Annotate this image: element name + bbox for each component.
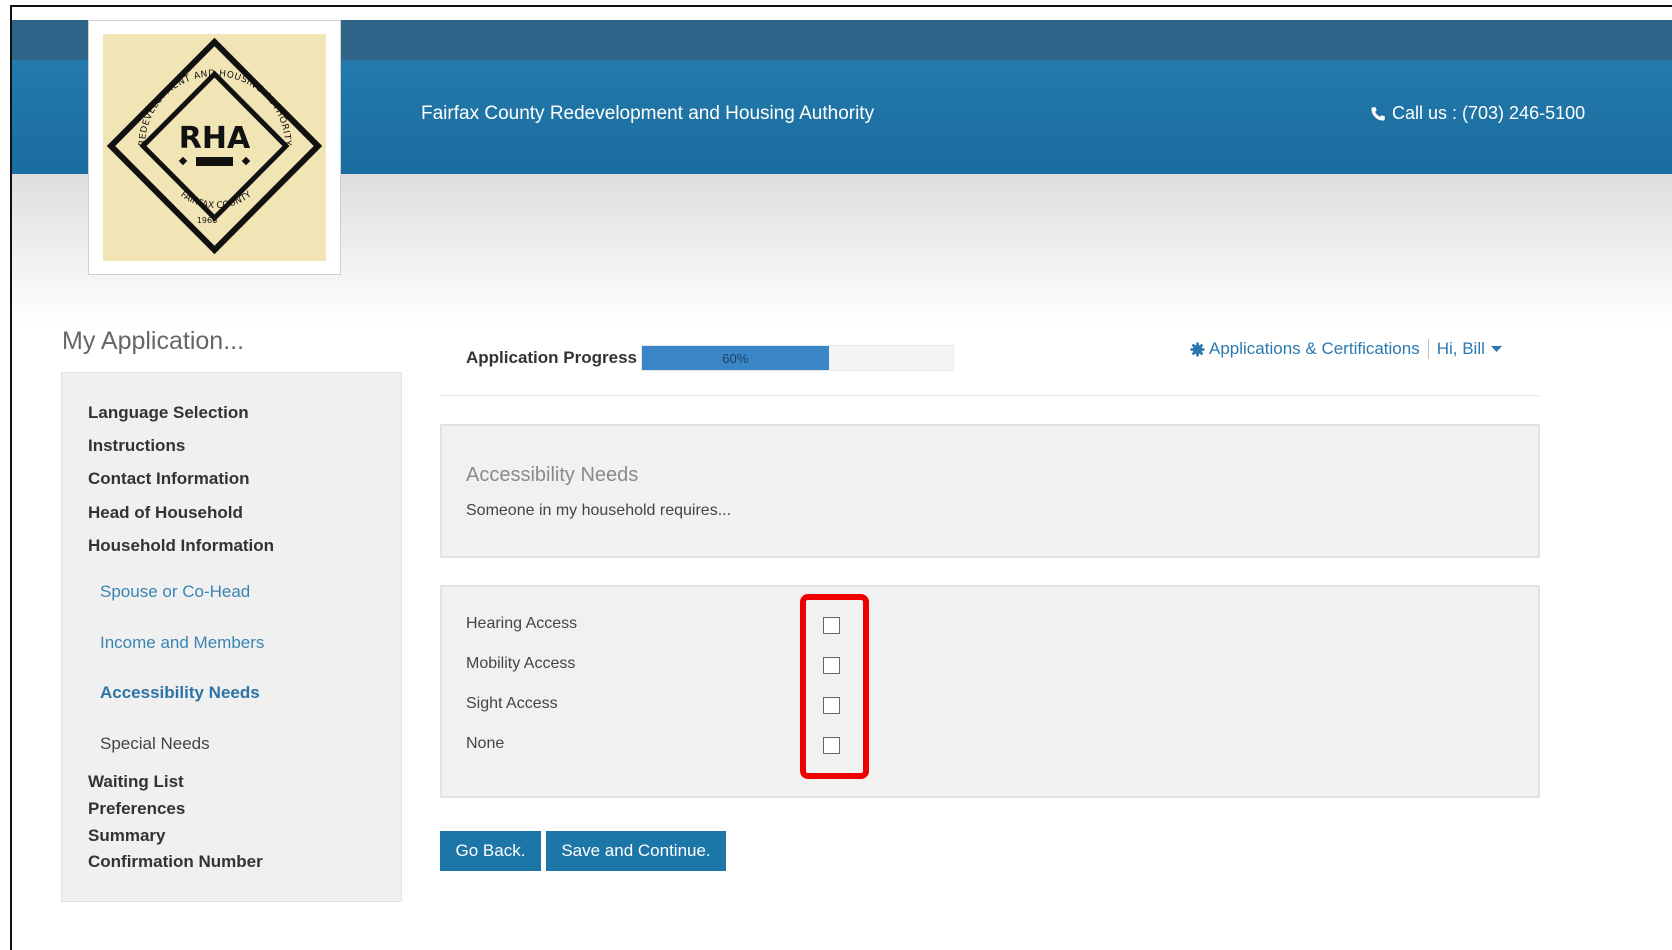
option-label-sight: Sight Access bbox=[466, 695, 558, 712]
option-label-none: None bbox=[466, 735, 505, 752]
gear-icon bbox=[1190, 341, 1205, 357]
checkbox-highlight-annotation bbox=[800, 594, 869, 779]
progress-label: Application Progress bbox=[466, 348, 637, 367]
site-title: Fairfax County Redevelopment and Housing… bbox=[421, 103, 875, 124]
logo-initials: RHA bbox=[179, 121, 251, 156]
sidebar-item-household-information[interactable]: Household Information bbox=[88, 536, 274, 556]
caret-down-icon[interactable] bbox=[1490, 345, 1502, 353]
sidebar-item-language-selection[interactable]: Language Selection bbox=[88, 403, 249, 423]
sidebar-item-income-and-members[interactable]: Income and Members bbox=[100, 633, 264, 653]
sidebar-item-confirmation-number[interactable]: Confirmation Number bbox=[88, 852, 263, 872]
separator bbox=[1427, 339, 1429, 359]
user-menu[interactable]: Hi, Bill bbox=[1437, 339, 1485, 359]
option-label-mobility: Mobility Access bbox=[466, 655, 576, 672]
section-header-panel bbox=[440, 424, 1540, 558]
rha-seal-icon: REDEVELOPMENT AND HOUSING AUTHORITY FAIR… bbox=[106, 37, 323, 255]
section-description: Someone in my household requires... bbox=[466, 502, 732, 519]
option-label-hearing: Hearing Access bbox=[466, 615, 578, 632]
logo-background: REDEVELOPMENT AND HOUSING AUTHORITY FAIR… bbox=[103, 34, 326, 261]
sidebar-item-waiting-list[interactable]: Waiting List bbox=[88, 772, 184, 792]
section-title: Accessibility Needs bbox=[466, 464, 639, 486]
options-panel bbox=[440, 585, 1540, 798]
progress-fill: 60% bbox=[642, 346, 829, 370]
account-links: Applications & Certifications Hi, Bill bbox=[1190, 339, 1502, 359]
logo[interactable]: REDEVELOPMENT AND HOUSING AUTHORITY FAIR… bbox=[88, 20, 341, 275]
save-and-continue-button[interactable]: Save and Continue. bbox=[546, 831, 726, 871]
applications-certifications-link[interactable]: Applications & Certifications bbox=[1209, 339, 1420, 359]
call-us-text: Call us : (703) 246-5100 bbox=[1392, 103, 1586, 123]
sidebar-item-contact-information[interactable]: Contact Information bbox=[88, 469, 250, 489]
sidebar-item-summary[interactable]: Summary bbox=[88, 826, 165, 846]
progress-bar: 60% bbox=[641, 345, 954, 371]
sidebar-heading: My Application... bbox=[62, 327, 245, 355]
go-back-button[interactable]: Go Back. bbox=[440, 831, 541, 871]
sidebar-item-instructions[interactable]: Instructions bbox=[88, 436, 185, 456]
call-us[interactable]: Call us : (703) 246-5100 bbox=[1370, 103, 1585, 124]
sidebar-item-accessibility-needs[interactable]: Accessibility Needs bbox=[100, 683, 260, 703]
progress-text: 60% bbox=[722, 350, 749, 366]
content-divider bbox=[440, 395, 1540, 396]
phone-icon bbox=[1371, 106, 1385, 121]
sidebar-item-spouse-co-head[interactable]: Spouse or Co-Head bbox=[100, 582, 250, 602]
sidebar-item-head-of-household[interactable]: Head of Household bbox=[88, 503, 243, 523]
logo-year: 1966 bbox=[197, 216, 217, 225]
sidebar-item-preferences[interactable]: Preferences bbox=[88, 799, 185, 819]
sidebar-item-special-needs[interactable]: Special Needs bbox=[100, 734, 210, 754]
